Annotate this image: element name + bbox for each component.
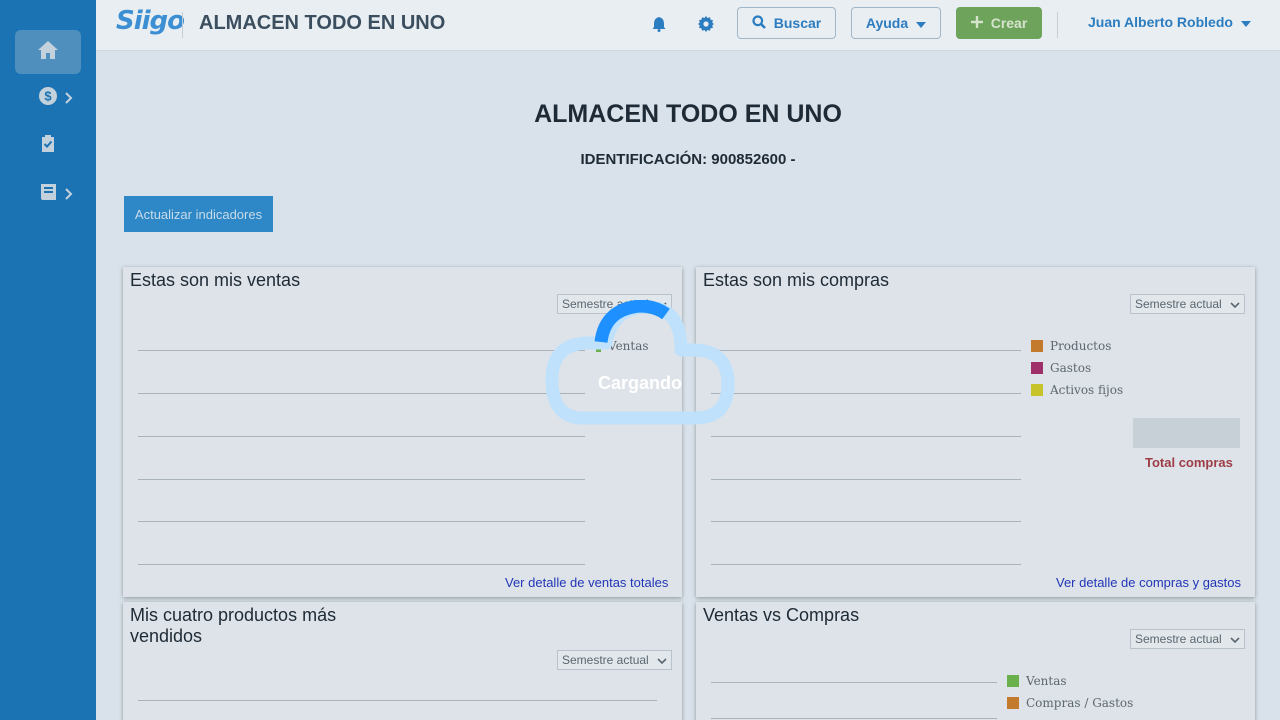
refresh-indicators-button[interactable]: Actualizar indicadores	[124, 196, 273, 232]
grid-line	[138, 436, 585, 437]
book-icon	[40, 183, 57, 206]
grid-line	[711, 682, 997, 683]
plus-icon	[970, 15, 983, 31]
panel-title-line: Mis cuatro productos más	[130, 605, 337, 625]
search-icon	[752, 14, 766, 32]
period-select[interactable]: Semestre actual	[1130, 629, 1245, 649]
dollar-icon: $	[39, 86, 57, 110]
grid-line	[138, 700, 657, 701]
app-title: ALMACEN TODO EN UNO	[199, 12, 446, 34]
grid-line	[138, 350, 585, 351]
loading-indicator: Cargando	[545, 299, 735, 425]
grid-line	[711, 521, 1021, 522]
panel-title: Estas son mis compras	[703, 270, 890, 290]
svg-text:$: $	[44, 88, 52, 103]
sales-vs-purchases-panel: Ventas vs Compras Semestre actual Ventas…	[696, 602, 1255, 720]
grid-line	[138, 521, 585, 522]
legend-swatch	[1007, 675, 1019, 687]
grid-line	[711, 718, 997, 719]
cloud-loader-icon	[545, 299, 735, 425]
panel-title: Estas son mis ventas	[130, 270, 301, 290]
legend-label: Ventas	[1026, 674, 1067, 688]
loading-label: Cargando	[597, 373, 682, 393]
caret-down-icon	[916, 15, 927, 31]
legend-label: Gastos	[1050, 361, 1092, 375]
panel-title-line: vendidos	[130, 626, 203, 646]
search-button[interactable]: Buscar	[737, 7, 836, 39]
grid-line	[711, 564, 1021, 565]
period-select[interactable]: Semestre actual	[557, 650, 672, 670]
top-products-panel: Mis cuatro productos más vendidos Semest…	[123, 602, 682, 720]
sales-detail-link[interactable]: Ver detalle de ventas totales	[505, 575, 668, 590]
panel-title: Mis cuatro productos más vendidos	[130, 605, 336, 647]
purchases-detail-link[interactable]: Ver detalle de compras y gastos	[1056, 575, 1241, 590]
legend-item-ventas: Ventas	[1007, 674, 1067, 688]
legend-swatch	[1007, 697, 1019, 709]
create-button-label: Crear	[990, 15, 1028, 31]
sidebar-item-tasks[interactable]	[15, 124, 81, 168]
header-divider	[1057, 12, 1058, 38]
purchases-panel: Estas son mis compras Semestre actual Pr…	[696, 267, 1255, 597]
siigo-logo[interactable]: Siigo	[116, 6, 185, 36]
panel-title: Ventas vs Compras	[703, 605, 860, 625]
period-select-value: Semestre actual	[562, 653, 649, 667]
period-select[interactable]: Semestre actual	[1130, 294, 1245, 314]
chevron-down-icon	[1230, 297, 1240, 311]
grid-line	[138, 393, 585, 394]
legend-item-productos: Productos	[1031, 339, 1111, 353]
caret-down-icon	[1240, 14, 1251, 30]
legend-item-gastos: Gastos	[1031, 361, 1091, 375]
sidebar-item-finance[interactable]: $	[15, 76, 81, 120]
total-compras-value-box	[1133, 418, 1240, 448]
sidebar-item-home[interactable]	[15, 30, 81, 74]
search-button-label: Buscar	[773, 15, 822, 31]
help-dropdown[interactable]: Ayuda	[851, 7, 941, 39]
sidebar-item-books[interactable]	[15, 172, 81, 216]
chevron-right-icon	[65, 187, 73, 205]
legend-item-activos-fijos: Activos fijos	[1031, 383, 1123, 397]
period-select-value: Semestre actual	[1135, 297, 1222, 311]
legend-swatch	[1031, 384, 1043, 396]
notifications-bell-icon[interactable]	[649, 14, 669, 34]
sidebar: $	[0, 0, 96, 720]
total-compras-label: Total compras	[1145, 455, 1233, 470]
period-select-value: Semestre actual	[1135, 632, 1222, 646]
settings-gear-icon[interactable]	[696, 14, 716, 34]
legend-label: Productos	[1050, 339, 1112, 353]
grid-line	[711, 350, 1021, 351]
legend-item-compras-gastos: Compras / Gastos	[1007, 696, 1133, 710]
grid-line	[711, 479, 1021, 480]
legend-label: Activos fijos	[1050, 383, 1124, 397]
grid-line	[138, 479, 585, 480]
top-header: Siigo ALMACEN TODO EN UNO Buscar Ayuda C…	[96, 0, 1280, 51]
chevron-right-icon	[65, 91, 73, 109]
legend-label: Compras / Gastos	[1026, 696, 1134, 710]
grid-line	[138, 564, 585, 565]
grid-line	[711, 436, 1021, 437]
legend-swatch	[1031, 362, 1043, 374]
grid-line	[711, 393, 1021, 394]
legend-swatch	[1031, 340, 1043, 352]
company-identification: IDENTIFICACIÓN: 900852600 -	[580, 151, 796, 168]
user-name: Juan Alberto Robledo	[1088, 14, 1233, 30]
help-label: Ayuda	[865, 15, 909, 31]
create-button[interactable]: Crear	[956, 7, 1042, 39]
user-menu[interactable]: Juan Alberto Robledo	[1088, 14, 1251, 30]
clipboard-check-icon	[40, 134, 56, 158]
header-divider	[182, 12, 183, 38]
home-icon	[37, 40, 59, 65]
chevron-down-icon	[657, 653, 667, 667]
company-name: ALMACEN TODO EN UNO	[534, 100, 842, 128]
chevron-down-icon	[1230, 632, 1240, 646]
